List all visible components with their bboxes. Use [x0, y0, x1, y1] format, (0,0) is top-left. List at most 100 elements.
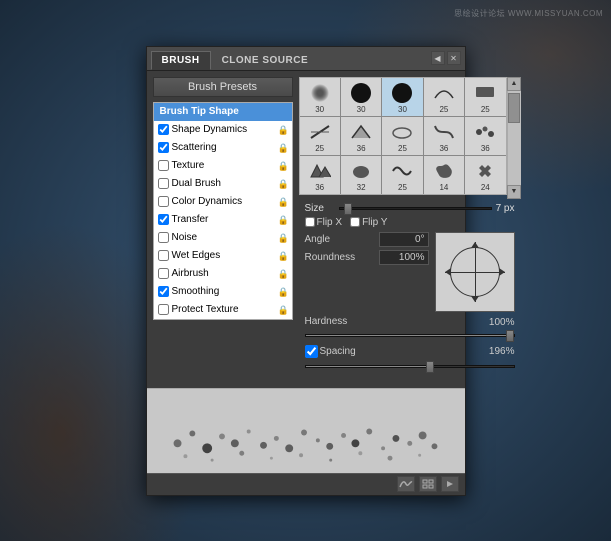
brush-cell-number-4: 25	[481, 106, 490, 114]
hardness-label: Hardness	[305, 316, 348, 327]
transfer-lock-icon: 🔒	[278, 215, 288, 225]
params-left: Angle 0° Roundness 100%	[305, 232, 429, 312]
brush-shape-6	[350, 119, 372, 145]
right-panel: 30 30	[299, 77, 521, 382]
brush-preview-dots	[147, 389, 465, 473]
roundness-label: Roundness	[305, 252, 375, 263]
transfer-checkbox[interactable]	[158, 214, 169, 225]
hardness-slider[interactable]	[305, 329, 515, 343]
flip-x-label: Flip X	[317, 217, 343, 228]
tab-icons: ◀ ✕	[427, 49, 465, 67]
brush-cell-2[interactable]: 30	[382, 78, 422, 116]
airbrush-checkbox[interactable]	[158, 268, 169, 279]
brush-cell-14[interactable]: 24	[465, 156, 505, 194]
brush-shape-5	[309, 119, 331, 145]
size-slider-container[interactable]	[339, 203, 492, 215]
hardness-track	[305, 334, 515, 337]
brush-grid-scrollbar[interactable]: ▲ ▼	[507, 77, 521, 199]
crosshair-bottom-arrow	[471, 296, 479, 302]
collapse-icon[interactable]: ◀	[431, 51, 445, 65]
scroll-down-arrow[interactable]: ▼	[507, 185, 521, 199]
color-dynamics-option[interactable]: Color Dynamics 🔒	[154, 193, 292, 211]
brush-shape-3	[433, 80, 455, 106]
brush-grid: 30 30	[299, 77, 507, 195]
texture-option[interactable]: Texture 🔒	[154, 157, 292, 175]
wet-edges-lock-icon: 🔒	[278, 251, 288, 261]
scattering-option[interactable]: Scattering 🔒	[154, 139, 292, 157]
brush-stroke-icon[interactable]	[397, 476, 415, 492]
spacing-checkbox[interactable]	[305, 345, 318, 358]
roundness-value[interactable]: 100%	[379, 250, 429, 265]
flip-x-item[interactable]: Flip X	[305, 217, 343, 228]
flip-y-checkbox[interactable]	[350, 217, 360, 227]
brush-tip-shape-header[interactable]: Brush Tip Shape	[154, 103, 292, 121]
dual-brush-option[interactable]: Dual Brush 🔒	[154, 175, 292, 193]
scattering-checkbox[interactable]	[158, 142, 169, 153]
brush-cell-5[interactable]: 25	[300, 117, 340, 155]
brush-cell-number-10: 36	[315, 184, 324, 192]
brush-cell-6[interactable]: 36	[341, 117, 381, 155]
brush-cell-0[interactable]: 30	[300, 78, 340, 116]
spacing-value: 196%	[489, 346, 515, 357]
dual-brush-lock-icon: 🔒	[278, 179, 288, 189]
color-dynamics-checkbox[interactable]	[158, 196, 169, 207]
brush-cell-9[interactable]: 36	[465, 117, 505, 155]
brush-cell-3[interactable]: 25	[424, 78, 464, 116]
spacing-slider-thumb[interactable]	[426, 361, 434, 373]
scroll-thumb[interactable]	[508, 93, 520, 123]
protect-texture-checkbox[interactable]	[158, 304, 169, 315]
wet-edges-checkbox[interactable]	[158, 250, 169, 261]
brush-cell-8[interactable]: 36	[424, 117, 464, 155]
tab-clone-source[interactable]: CLONE SOURCE	[211, 51, 320, 70]
transfer-option[interactable]: Transfer 🔒	[154, 211, 292, 229]
spacing-slider[interactable]	[305, 360, 515, 374]
scroll-up-arrow[interactable]: ▲	[507, 77, 521, 91]
airbrush-lock-icon: 🔒	[278, 269, 288, 279]
brush-cell-4[interactable]: 25	[465, 78, 505, 116]
roundness-row: Roundness 100%	[305, 250, 429, 265]
spacing-label: Spacing	[320, 346, 356, 357]
smoothing-option[interactable]: Smoothing 🔒	[154, 283, 292, 301]
protect-texture-label: Protect Texture	[172, 304, 275, 315]
brush-cell-number-0: 30	[315, 106, 324, 114]
tab-brush[interactable]: BRUSH	[151, 51, 211, 70]
noise-option[interactable]: Noise 🔒	[154, 229, 292, 247]
brush-cell-number-5: 25	[315, 145, 324, 153]
smoothing-checkbox[interactable]	[158, 286, 169, 297]
grid-view-icon[interactable]	[419, 476, 437, 492]
brush-shape-1	[350, 80, 372, 106]
angle-value[interactable]: 0°	[379, 232, 429, 247]
spacing-track	[305, 365, 515, 368]
size-slider-thumb[interactable]	[344, 203, 352, 215]
transfer-label: Transfer	[172, 214, 275, 225]
arrow-right-icon[interactable]	[441, 476, 459, 492]
shape-dynamics-option[interactable]: Shape Dynamics 🔒	[154, 121, 292, 139]
shape-dynamics-checkbox[interactable]	[158, 124, 169, 135]
protect-texture-option[interactable]: Protect Texture 🔒	[154, 301, 292, 319]
brush-presets-button[interactable]: Brush Presets	[153, 77, 293, 97]
flip-y-item[interactable]: Flip Y	[350, 217, 387, 228]
brush-cell-1[interactable]: 30	[341, 78, 381, 116]
dual-brush-checkbox[interactable]	[158, 178, 169, 189]
size-value: 7 px	[496, 203, 515, 214]
flip-x-checkbox[interactable]	[305, 217, 315, 227]
texture-checkbox[interactable]	[158, 160, 169, 171]
airbrush-option[interactable]: Airbrush 🔒	[154, 265, 292, 283]
noise-checkbox[interactable]	[158, 232, 169, 243]
tab-bar: BRUSH CLONE SOURCE	[147, 47, 427, 70]
close-icon[interactable]: ✕	[447, 51, 461, 65]
params-section: Angle 0° Roundness 100%	[305, 232, 515, 312]
hardness-slider-thumb[interactable]	[506, 330, 514, 342]
brush-cell-13[interactable]: 14	[424, 156, 464, 194]
brush-cell-11[interactable]: 32	[341, 156, 381, 194]
brush-shape-13	[433, 158, 455, 184]
wet-edges-option[interactable]: Wet Edges 🔒	[154, 247, 292, 265]
left-panel: Brush Presets Brush Tip Shape Shape Dyna…	[153, 77, 293, 382]
scattering-label: Scattering	[172, 142, 275, 153]
size-section: Size 7 px Flip X	[299, 199, 521, 382]
wet-edges-label: Wet Edges	[172, 250, 275, 261]
brush-cell-7[interactable]: 25	[382, 117, 422, 155]
brush-cell-number-7: 25	[398, 145, 407, 153]
brush-cell-12[interactable]: 25	[382, 156, 422, 194]
brush-cell-10[interactable]: 36	[300, 156, 340, 194]
